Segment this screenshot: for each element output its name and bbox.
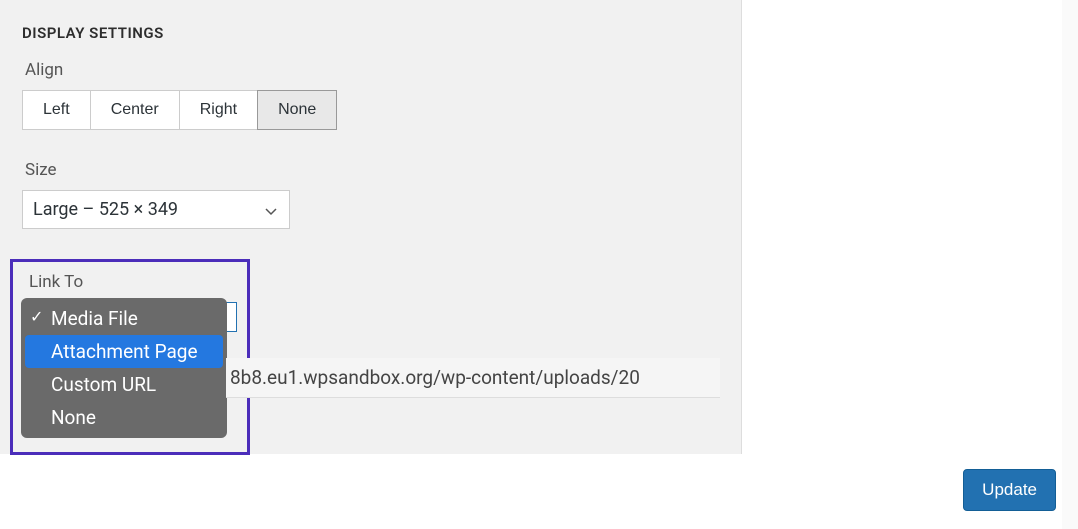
link-to-option-custom-url[interactable]: Custom URL [21,368,227,401]
link-to-dropdown: Media File Attachment Page Custom URL No… [21,298,227,438]
right-panel [760,0,1078,529]
section-title: DISPLAY SETTINGS [22,24,719,42]
link-to-option-attachment-page[interactable]: Attachment Page [25,335,223,368]
size-label: Size [25,160,719,180]
align-label: Align [25,60,719,80]
url-field[interactable] [226,358,720,398]
size-select-value: Large – 525 × 349 [33,199,178,220]
align-right-button[interactable]: Right [179,90,258,130]
link-to-option-none[interactable]: None [21,401,227,434]
align-button-group: Left Center Right None [22,90,719,130]
link-to-section: Link To Media File Attachment Page Custo… [10,259,250,455]
scrollbar[interactable] [1062,0,1078,529]
update-button[interactable]: Update [963,469,1056,511]
align-center-button[interactable]: Center [90,90,180,130]
link-to-option-media-file[interactable]: Media File [21,302,227,335]
align-none-button[interactable]: None [257,90,337,130]
align-left-button[interactable]: Left [22,90,91,130]
chevron-down-icon [265,199,277,220]
size-select[interactable]: Large – 525 × 349 [22,190,290,229]
link-to-label: Link To [29,272,239,292]
